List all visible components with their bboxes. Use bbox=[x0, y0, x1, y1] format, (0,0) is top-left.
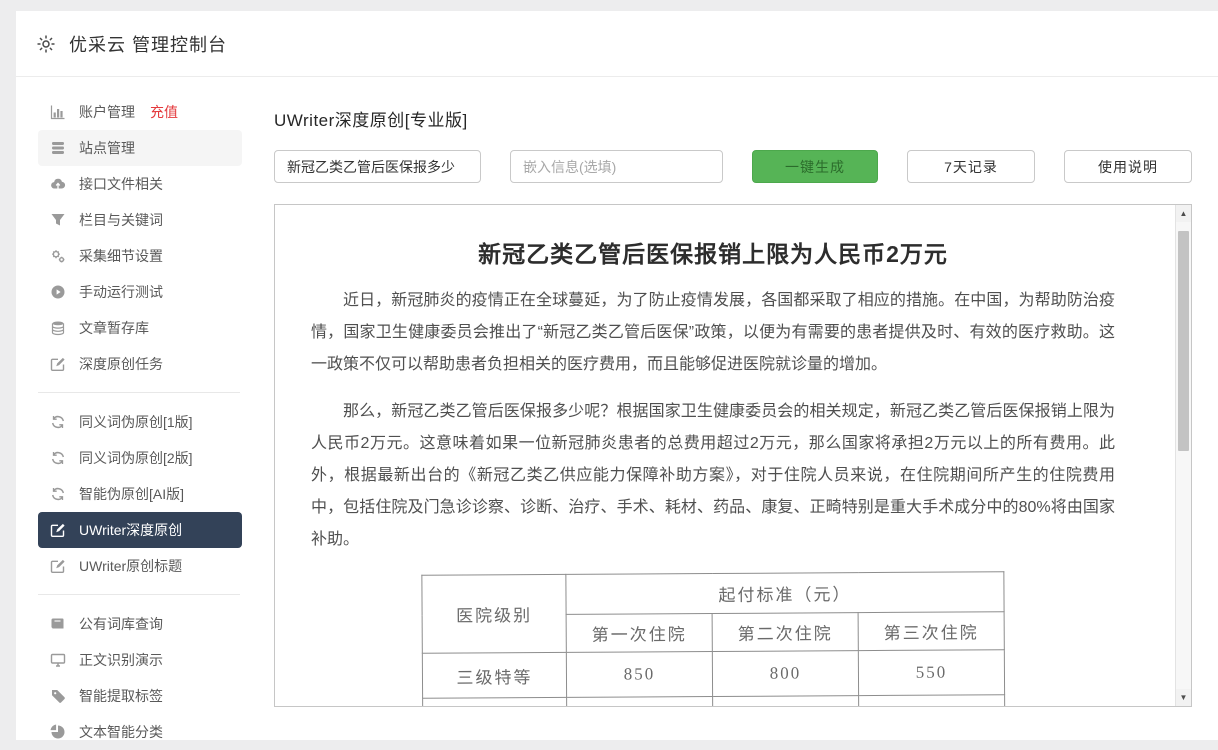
sidebar-item-label: 文本智能分类 bbox=[79, 722, 163, 742]
sidebar-item-label: UWriter深度原创 bbox=[79, 520, 182, 540]
sidebar-item-label: 深度原创任务 bbox=[79, 354, 163, 374]
sidebar-item[interactable]: 公有词库查询 bbox=[38, 606, 242, 642]
table-corner-header: 医院级别 bbox=[421, 574, 565, 653]
article-paragraph: 近日，新冠肺炎的疫情正在全球蔓延，为了防止疫情发展，各国都采取了相应的措施。在中… bbox=[311, 285, 1115, 381]
database-icon bbox=[50, 320, 66, 336]
table-sub-header: 第一次住院 bbox=[566, 614, 712, 653]
article-paragraph: 那么，新冠乙类乙管后医保报多少呢？根据国家卫生健康委员会的相关规定，新冠乙类乙管… bbox=[311, 396, 1115, 556]
cloud-upload-icon bbox=[50, 176, 66, 192]
embed-info-input[interactable] bbox=[510, 150, 723, 183]
refresh-icon bbox=[50, 486, 66, 502]
funnel-icon bbox=[50, 212, 66, 228]
sidebar-item[interactable]: 同义词伪原创[1版] bbox=[38, 404, 242, 440]
sidebar: 账户管理充值站点管理接口文件相关栏目与关键词采集细节设置手动运行测试文章暂存库深… bbox=[16, 77, 256, 739]
sidebar-item[interactable]: 站点管理 bbox=[38, 130, 242, 166]
play-circle-icon bbox=[50, 284, 66, 300]
main-content: UWriter深度原创[专业版] 一键生成 7天记录 使用说明 新冠乙类乙管后医… bbox=[256, 77, 1218, 739]
book-icon bbox=[50, 616, 66, 632]
refresh-icon bbox=[50, 414, 66, 430]
page-title: UWriter深度原创[专业版] bbox=[274, 106, 1192, 131]
toolbar: 一键生成 7天记录 使用说明 bbox=[274, 150, 1192, 183]
edit-icon bbox=[50, 522, 66, 538]
article-preview: 新冠乙类乙管后医保报销上限为人民币2万元 近日，新冠肺炎的疫情正在全球蔓延，为了… bbox=[274, 204, 1192, 707]
sidebar-item-label: 栏目与关键词 bbox=[79, 210, 163, 230]
fee-value-cell: 650 bbox=[566, 697, 712, 706]
sidebar-item[interactable]: 栏目与关键词 bbox=[38, 202, 242, 238]
gear-icon[interactable] bbox=[36, 34, 56, 54]
article-title: 新冠乙类乙管后医保报销上限为人民币2万元 bbox=[311, 235, 1115, 269]
sidebar-item-label: 采集细节设置 bbox=[79, 246, 163, 266]
article-content: 新冠乙类乙管后医保报销上限为人民币2万元 近日，新冠肺炎的疫情正在全球蔓延，为了… bbox=[275, 205, 1191, 706]
sidebar-item-label: 公有词库查询 bbox=[79, 614, 163, 634]
generate-button[interactable]: 一键生成 bbox=[752, 150, 878, 183]
sidebar-item-label: 接口文件相关 bbox=[79, 174, 163, 194]
table-group-header: 起付标准（元） bbox=[565, 572, 1003, 615]
history-button[interactable]: 7天记录 bbox=[907, 150, 1035, 183]
edit-icon bbox=[50, 356, 66, 372]
sidebar-item-label: 手动运行测试 bbox=[79, 282, 163, 302]
sidebar-item[interactable]: 智能提取标签 bbox=[38, 678, 242, 714]
bar-chart-icon bbox=[50, 104, 66, 120]
monitor-icon bbox=[50, 652, 66, 668]
scrollbar-thumb[interactable] bbox=[1178, 231, 1189, 451]
table-row: 三级特等850800550 bbox=[422, 650, 1004, 699]
sidebar-item[interactable]: 文章暂存库 bbox=[38, 310, 242, 346]
fee-table: 医院级别起付标准（元）第一次住院第二次住院第三次住院三级特等850800550三… bbox=[421, 571, 1005, 706]
sidebar-item[interactable]: UWriter原创标题 bbox=[38, 548, 242, 584]
sidebar-item-label: 站点管理 bbox=[79, 138, 135, 158]
sidebar-item[interactable]: 智能伪原创[AI版] bbox=[38, 476, 242, 512]
table-sub-header: 第二次住院 bbox=[712, 613, 858, 652]
fee-value-cell: 850 bbox=[566, 652, 712, 698]
hospital-level-cell: 三级 bbox=[422, 697, 566, 706]
app-window: 优采云 管理控制台 账户管理充值站点管理接口文件相关栏目与关键词采集细节设置手动… bbox=[16, 11, 1218, 740]
app-title: 优采云 管理控制台 bbox=[69, 31, 227, 57]
fee-value-cell: 550 bbox=[712, 696, 858, 706]
app-header: 优采云 管理控制台 bbox=[16, 11, 1218, 77]
sidebar-item-label: 智能提取标签 bbox=[79, 686, 163, 706]
sidebar-item[interactable]: 正文识别演示 bbox=[38, 642, 242, 678]
sidebar-item-label: UWriter原创标题 bbox=[79, 556, 182, 576]
sidebar-item[interactable]: UWriter深度原创 bbox=[38, 512, 242, 548]
sidebar-item-label: 智能伪原创[AI版] bbox=[79, 484, 184, 504]
gears-icon bbox=[50, 248, 66, 264]
recharge-badge[interactable]: 充值 bbox=[150, 102, 178, 122]
fee-value-cell: 550 bbox=[858, 650, 1004, 696]
sidebar-item[interactable]: 同义词伪原创[2版] bbox=[38, 440, 242, 476]
sidebar-item[interactable]: 采集细节设置 bbox=[38, 238, 242, 274]
article-scrollbar[interactable]: ▲ ▼ bbox=[1175, 205, 1191, 706]
sidebar-item[interactable]: 深度原创任务 bbox=[38, 346, 242, 382]
hospital-level-cell: 三级特等 bbox=[422, 652, 566, 698]
server-icon bbox=[50, 140, 66, 156]
sidebar-item-label: 同义词伪原创[1版] bbox=[79, 412, 193, 432]
table-sub-header: 第三次住院 bbox=[858, 612, 1004, 651]
pie-chart-icon bbox=[50, 724, 66, 740]
sidebar-item[interactable]: 接口文件相关 bbox=[38, 166, 242, 202]
sidebar-item-label: 账户管理 bbox=[79, 102, 135, 122]
fee-value-cell: 350 bbox=[858, 695, 1004, 706]
scroll-down-icon[interactable]: ▼ bbox=[1176, 689, 1191, 706]
sidebar-item[interactable]: 手动运行测试 bbox=[38, 274, 242, 310]
sidebar-item-label: 同义词伪原创[2版] bbox=[79, 448, 193, 468]
sidebar-item-label: 文章暂存库 bbox=[79, 318, 149, 338]
refresh-icon bbox=[50, 450, 66, 466]
sidebar-item[interactable]: 文本智能分类 bbox=[38, 714, 242, 750]
sidebar-divider bbox=[38, 392, 240, 393]
scroll-up-icon[interactable]: ▲ bbox=[1176, 205, 1191, 222]
sidebar-item[interactable]: 账户管理充值 bbox=[38, 94, 242, 130]
sidebar-item-label: 正文识别演示 bbox=[79, 650, 163, 670]
edit-icon bbox=[50, 558, 66, 574]
help-button[interactable]: 使用说明 bbox=[1064, 150, 1192, 183]
keyword-input[interactable] bbox=[274, 150, 481, 183]
tag-icon bbox=[50, 688, 66, 704]
sidebar-divider bbox=[38, 594, 240, 595]
fee-value-cell: 800 bbox=[712, 651, 858, 697]
